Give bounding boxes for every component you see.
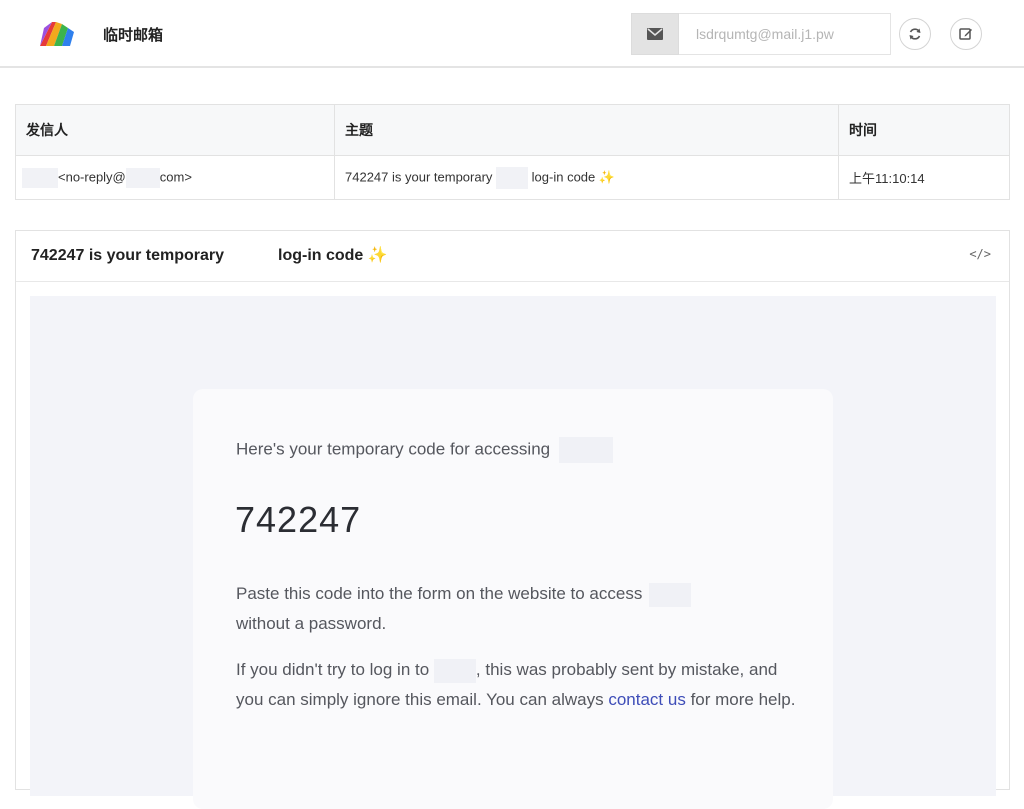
redacted-block xyxy=(496,166,529,189)
redacted-block xyxy=(22,167,58,188)
paragraph-instructions: Paste this code into the form on the web… xyxy=(236,579,796,639)
code-view-icon[interactable]: </> xyxy=(969,247,991,261)
redacted-block xyxy=(433,658,476,683)
app-title: 临时邮箱 xyxy=(103,27,164,44)
login-code: 742247 xyxy=(235,499,362,540)
message-row[interactable]: <no-reply@ com> 742247 is your temporary … xyxy=(15,155,1010,200)
subject-text: 742247 is your temporary xyxy=(345,168,493,184)
email-address-field[interactable] xyxy=(679,13,891,55)
sender-domain-text: com> xyxy=(159,168,192,184)
message-header: 742247 is your temporary log-in code ✨ </… xyxy=(16,231,1009,282)
message-body: Here's your temporary code for accessing… xyxy=(30,296,996,809)
message-sender[interactable]: <no-reply@ com> xyxy=(15,155,335,200)
title-text: 742247 is your temporary xyxy=(31,247,224,264)
message-subject[interactable]: 742247 is your temporary log-in code ✨ xyxy=(334,155,839,200)
p2-text: If you didn't try to log in to xyxy=(236,660,430,679)
redacted-block xyxy=(125,167,160,188)
column-header-sender: 发信人 xyxy=(15,104,335,156)
app-logo-icon xyxy=(40,22,74,46)
title-text-end: log-in code ✨ xyxy=(278,247,388,264)
mailbox-button[interactable] xyxy=(631,13,679,55)
intro-label: Here's your temporary code for accessing xyxy=(236,439,551,459)
p2-text-end: for more help. xyxy=(690,690,796,709)
message-panel: 742247 is your temporary log-in code ✨ </… xyxy=(15,230,1010,809)
email-card: Here's your temporary code for accessing… xyxy=(193,389,833,809)
refresh-button[interactable] xyxy=(899,18,931,50)
envelope-icon xyxy=(647,28,663,40)
inbox-header-row: 发信人 主题 时间 xyxy=(15,104,1010,156)
subject-text-end: log-in code ✨ xyxy=(531,168,616,184)
paragraph-ignore: If you didn't try to log in to , this wa… xyxy=(236,655,796,715)
compose-button[interactable] xyxy=(950,18,982,50)
redacted-block xyxy=(558,437,613,463)
message-title: 742247 is your temporary log-in code ✨ xyxy=(31,245,388,265)
refresh-icon xyxy=(909,28,921,40)
redacted-block xyxy=(649,582,692,607)
compose-icon xyxy=(959,28,972,40)
p1-text-end: without a password. xyxy=(236,614,387,633)
p1-text: Paste this code into the form on the web… xyxy=(236,584,643,603)
sender-text: <no-reply@ xyxy=(58,168,126,184)
top-bar: 临时邮箱 xyxy=(0,0,1024,68)
contact-us-link[interactable]: contact us xyxy=(608,690,686,709)
column-header-time: 时间 xyxy=(838,104,1010,156)
inbox-table: 发信人 主题 时间 <no-reply@ com> 742247 is your … xyxy=(15,104,1010,200)
intro-text: Here's your temporary code for accessing xyxy=(236,437,613,463)
message-time: 上午11:10:14 xyxy=(838,155,1010,200)
column-header-subject: 主题 xyxy=(334,104,839,156)
